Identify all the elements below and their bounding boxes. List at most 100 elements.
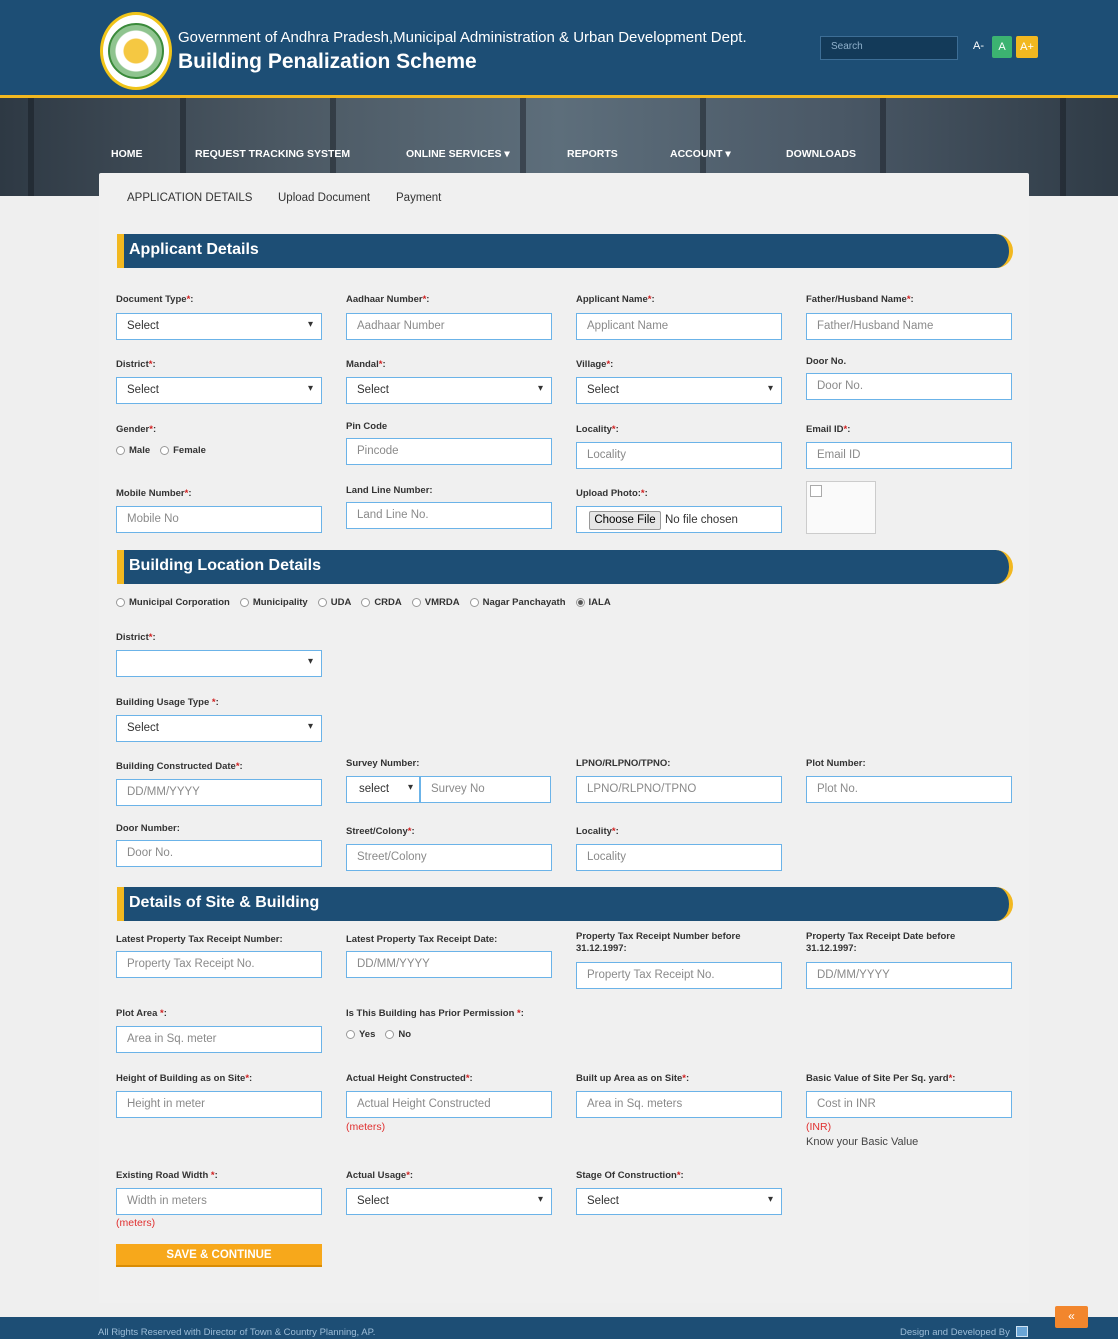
prior-permission-label: Is This Building has Prior Permission *:	[346, 1008, 524, 1019]
locality-input[interactable]: Locality	[576, 442, 782, 469]
mobile-input[interactable]: Mobile No	[116, 506, 322, 533]
basic-value-unit: (INR)	[806, 1121, 832, 1133]
authority-label: IALA	[588, 597, 611, 608]
loc-district-select[interactable]	[116, 650, 322, 677]
email-input[interactable]: Email ID	[806, 442, 1012, 469]
plot-number-input[interactable]: Plot No.	[806, 776, 1012, 803]
tab-application-details[interactable]: APPLICATION DETAILS	[127, 192, 252, 204]
document-type-select[interactable]: Select	[116, 313, 322, 340]
survey-type-select[interactable]: select	[346, 776, 420, 803]
municipality-radio[interactable]	[239, 598, 249, 607]
loc-locality-input[interactable]: Locality	[576, 844, 782, 871]
lpno-label: LPNO/RLPNO/TPNO:	[576, 758, 671, 769]
loc-door-label: Door Number:	[116, 823, 180, 834]
loc-locality-label: Locality*:	[576, 826, 619, 837]
font-normal-button[interactable]: A	[992, 36, 1012, 58]
constructed-date-label: Building Constructed Date*:	[116, 761, 243, 772]
actual-height-input[interactable]: Actual Height Constructed	[346, 1091, 552, 1118]
permission-no-radio[interactable]	[385, 1030, 395, 1039]
receipt-no-input[interactable]: Property Tax Receipt No.	[116, 951, 322, 978]
height-input[interactable]: Height in meter	[116, 1091, 322, 1118]
know-basic-value-link[interactable]: Know your Basic Value	[806, 1136, 918, 1148]
door-no-input[interactable]: Door No.	[806, 373, 1012, 400]
loc-door-input[interactable]: Door No.	[116, 840, 322, 867]
nav-downloads[interactable]: DOWNLOADS	[786, 148, 856, 160]
door-no-label: Door No.	[806, 356, 847, 367]
basic-value-input[interactable]: Cost in INR	[806, 1091, 1012, 1118]
tab-upload-document[interactable]: Upload Document	[278, 192, 370, 204]
choose-file-button[interactable]: Choose File	[589, 511, 661, 530]
authority-type-radios: Municipal Corporation Municipality UDA C…	[116, 597, 611, 608]
authority-label: Municipality	[252, 597, 308, 608]
height-label: Height of Building as on Site*:	[116, 1073, 253, 1084]
survey-number-input[interactable]: Survey No	[420, 776, 551, 803]
no-label: No	[398, 1029, 412, 1040]
old-receipt-date-input[interactable]: DD/MM/YYYY	[806, 962, 1012, 989]
vmrda-radio[interactable]	[411, 598, 421, 607]
district-select[interactable]: Select	[116, 377, 322, 404]
crda-radio[interactable]	[361, 598, 371, 607]
page-title: Building Penalization Scheme	[178, 50, 477, 73]
font-increase-button[interactable]: A+	[1016, 36, 1038, 58]
search-input[interactable]: Search	[820, 36, 958, 60]
pincode-label: Pin Code	[346, 421, 388, 432]
stage-select[interactable]: Select	[576, 1188, 782, 1215]
female-radio[interactable]	[160, 446, 170, 455]
female-label: Female	[173, 445, 206, 456]
authority-label: UDA	[330, 597, 352, 608]
copyright-text: All Rights Reserved with Director of Tow…	[98, 1327, 376, 1338]
developer-credit: Design and Developed By	[900, 1327, 1010, 1338]
usage-type-label: Building Usage Type *:	[116, 697, 219, 708]
font-decrease-button[interactable]: A-	[973, 40, 984, 52]
actual-usage-select[interactable]: Select	[346, 1188, 552, 1215]
permission-yes-radio[interactable]	[346, 1030, 355, 1039]
plot-area-label: Plot Area *:	[116, 1008, 167, 1019]
village-select[interactable]: Select	[576, 377, 782, 404]
iala-radio[interactable]	[575, 598, 585, 607]
plot-area-input[interactable]: Area in Sq. meter	[116, 1026, 322, 1053]
nav-online-services[interactable]: ONLINE SERVICES ▾	[406, 148, 510, 160]
landline-input[interactable]: Land Line No.	[346, 502, 552, 529]
street-input[interactable]: Street/Colony	[346, 844, 552, 871]
prior-permission-radios: Yes No	[346, 1029, 411, 1040]
basic-value-label: Basic Value of Site Per Sq. yard*:	[806, 1073, 956, 1084]
receipt-no-label: Latest Property Tax Receipt Number:	[116, 934, 283, 945]
gender-label: Gender*:	[116, 424, 157, 435]
pincode-input[interactable]: Pincode	[346, 438, 552, 465]
main-nav: HOME REQUEST TRACKING SYSTEM ONLINE SERV…	[0, 146, 1118, 166]
constructed-date-input[interactable]: DD/MM/YYYY	[116, 779, 322, 806]
plot-number-label: Plot Number:	[806, 758, 866, 769]
aadhaar-label: Aadhaar Number*:	[346, 294, 430, 305]
tab-payment[interactable]: Payment	[396, 192, 441, 204]
nagar-panchayath-radio[interactable]	[469, 598, 479, 607]
scroll-top-button[interactable]: «	[1055, 1306, 1088, 1328]
developer-logo-icon	[1016, 1326, 1028, 1337]
usage-type-select[interactable]: Select	[116, 715, 322, 742]
upload-photo-label: Upload Photo:*:	[576, 488, 648, 499]
road-width-input[interactable]: Width in meters	[116, 1188, 322, 1215]
applicant-name-input[interactable]: Applicant Name	[576, 313, 782, 340]
lpno-input[interactable]: LPNO/RLPNO/TPNO	[576, 776, 782, 803]
aadhaar-input[interactable]: Aadhaar Number	[346, 313, 552, 340]
nav-request-tracking[interactable]: REQUEST TRACKING SYSTEM	[195, 148, 350, 160]
male-label: Male	[129, 445, 151, 456]
ap-emblem-logo	[100, 12, 172, 90]
old-receipt-no-input[interactable]: Property Tax Receipt No.	[576, 962, 782, 989]
father-name-label: Father/Husband Name*:	[806, 294, 914, 305]
male-radio[interactable]	[116, 446, 125, 455]
actual-usage-label: Actual Usage*:	[346, 1170, 414, 1181]
builtup-input[interactable]: Area in Sq. meters	[576, 1091, 782, 1118]
nav-reports[interactable]: REPORTS	[567, 148, 618, 160]
road-width-label: Existing Road Width *:	[116, 1170, 218, 1181]
receipt-date-input[interactable]: DD/MM/YYYY	[346, 951, 552, 978]
save-continue-button[interactable]: SAVE & CONTINUE	[116, 1244, 322, 1267]
father-name-input[interactable]: Father/Husband Name	[806, 313, 1012, 340]
landline-label: Land Line Number:	[346, 485, 433, 496]
uda-radio[interactable]	[317, 598, 327, 607]
actual-height-unit: (meters)	[346, 1121, 386, 1133]
nav-account[interactable]: ACCOUNT ▾	[670, 148, 731, 160]
nav-home[interactable]: HOME	[111, 148, 143, 160]
mandal-select[interactable]: Select	[346, 377, 552, 404]
municipal-corporation-radio[interactable]	[116, 598, 125, 607]
yes-label: Yes	[359, 1029, 376, 1040]
